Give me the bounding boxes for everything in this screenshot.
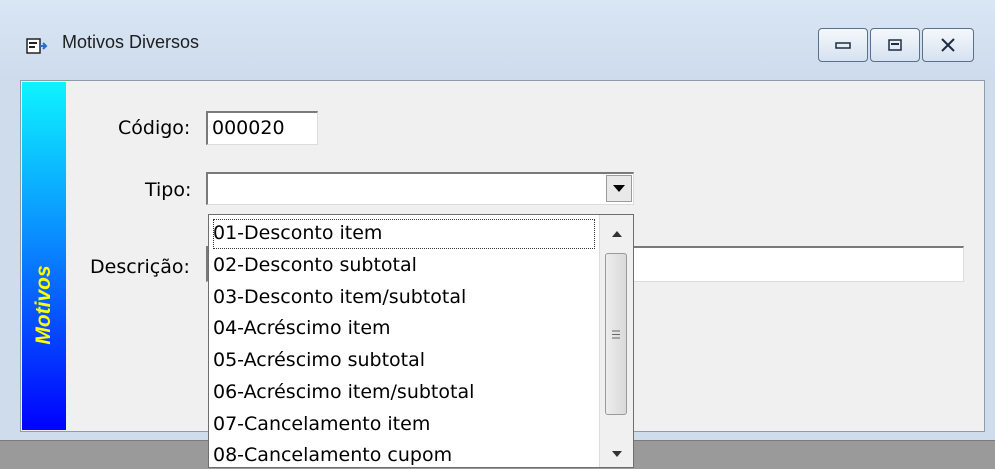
tipo-label: Tipo: bbox=[145, 179, 192, 201]
side-banner: Motivos bbox=[22, 82, 66, 430]
list-item[interactable]: 06-Acréscimo item/subtotal bbox=[213, 378, 474, 408]
title-bar[interactable]: Motivos Diversos bbox=[0, 0, 995, 80]
restore-button[interactable] bbox=[870, 28, 920, 62]
side-banner-label: Motivos bbox=[32, 265, 55, 345]
codigo-label: Código: bbox=[118, 117, 191, 139]
chevron-down-icon bbox=[613, 184, 625, 192]
app-icon bbox=[26, 38, 48, 54]
scroll-down-icon bbox=[612, 451, 622, 457]
close-icon bbox=[941, 38, 955, 52]
scroll-up-icon bbox=[612, 231, 622, 237]
tipo-dropdown-button[interactable] bbox=[606, 175, 632, 202]
list-item[interactable]: 03-Desconto item/subtotal bbox=[213, 283, 466, 313]
grip-icon bbox=[612, 330, 620, 338]
list-item[interactable]: 02-Desconto subtotal bbox=[213, 251, 417, 281]
scroll-down-button[interactable] bbox=[600, 439, 633, 467]
tipo-combobox[interactable] bbox=[206, 172, 634, 205]
list-item[interactable]: 01-Desconto item bbox=[213, 219, 595, 249]
codigo-field[interactable]: 000020 bbox=[206, 111, 318, 145]
descricao-label: Descrição: bbox=[90, 256, 190, 278]
list-item[interactable]: 05-Acréscimo subtotal bbox=[213, 346, 425, 376]
list-item[interactable]: 07-Cancelamento item bbox=[213, 410, 430, 440]
scrollbar-thumb[interactable] bbox=[605, 253, 627, 415]
list-item[interactable]: 08-Cancelamento cupom bbox=[213, 441, 452, 467]
scroll-up-button[interactable] bbox=[600, 219, 633, 249]
list-item[interactable]: 04-Acréscimo item bbox=[213, 314, 391, 344]
close-button[interactable] bbox=[922, 28, 974, 62]
codigo-value: 000020 bbox=[212, 117, 285, 139]
tipo-dropdown-list[interactable]: 01-Desconto item 02-Desconto subtotal 03… bbox=[208, 214, 634, 468]
dropdown-scrollbar[interactable] bbox=[599, 215, 633, 467]
minimize-button[interactable] bbox=[818, 28, 868, 62]
window-title: Motivos Diversos bbox=[62, 32, 200, 52]
restore-icon bbox=[888, 39, 902, 51]
minimize-icon bbox=[835, 42, 851, 49]
